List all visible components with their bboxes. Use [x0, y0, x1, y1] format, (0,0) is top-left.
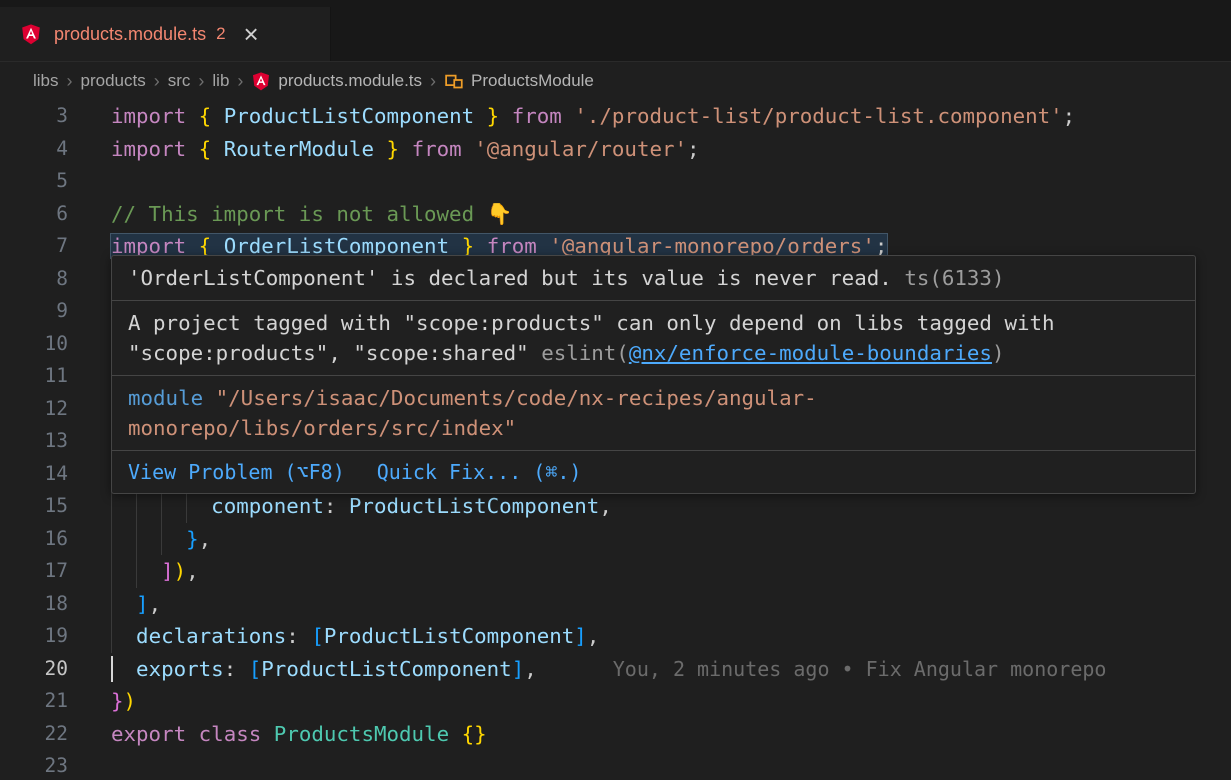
line-number[interactable]: 10: [0, 328, 68, 361]
code-line-3[interactable]: 3 import { ProductListComponent } from '.…: [0, 100, 1231, 133]
indent-guide: [136, 555, 137, 588]
indent-guide: [136, 490, 137, 523]
code-line-16[interactable]: 16 },: [0, 523, 1231, 556]
indent-guide: [161, 490, 162, 523]
line-number[interactable]: 18: [0, 588, 68, 621]
breadcrumb-item-symbol[interactable]: ProductsModule: [444, 71, 594, 91]
chevron-right-icon: ›: [67, 71, 73, 92]
code-line-19[interactable]: 19 declarations: [ProductListComponent],: [0, 620, 1231, 653]
indent-guide: [186, 490, 187, 523]
line-number[interactable]: 13: [0, 425, 68, 458]
code-line-22[interactable]: 22 export class ProductsModule {}: [0, 718, 1231, 751]
ts-message-code: ts(6133): [904, 266, 1004, 290]
breadcrumb-item-libs[interactable]: libs: [33, 71, 59, 91]
ts-message-text: 'OrderListComponent' is declared but its…: [128, 266, 892, 290]
angular-icon: [251, 71, 271, 92]
code-line-5[interactable]: 5: [0, 165, 1231, 198]
code-text: export class ProductsModule {}: [111, 722, 487, 746]
chevron-right-icon: ›: [198, 71, 204, 92]
breadcrumb-item-src[interactable]: src: [168, 71, 191, 91]
code-text: }): [111, 689, 136, 713]
code-text: declarations: [ProductListComponent],: [111, 624, 599, 648]
tab-products-module[interactable]: products.module.ts 2 ×: [0, 7, 331, 61]
code-editor[interactable]: 3 import { ProductListComponent } from '.…: [0, 100, 1231, 780]
code-line-15[interactable]: 15 component: ProductListComponent,: [0, 490, 1231, 523]
code-line-6[interactable]: 6 // This import is not allowed 👇: [0, 198, 1231, 231]
code-text: ]),: [111, 559, 199, 583]
breadcrumb-item-file[interactable]: products.module.ts: [251, 71, 422, 92]
git-blame-annotation: You, 2 minutes ago • Fix Angular monorep…: [613, 657, 1107, 681]
line-number[interactable]: 22: [0, 718, 68, 751]
breadcrumb-item-lib[interactable]: lib: [212, 71, 229, 91]
code-text: import { ProductListComponent } from './…: [111, 104, 1075, 128]
line-number[interactable]: 16: [0, 523, 68, 556]
indent-guide: [111, 490, 112, 523]
vscode-window: products.module.ts 2 × libs › products ›…: [0, 0, 1231, 780]
line-number[interactable]: 5: [0, 165, 68, 198]
breadcrumb: libs › products › src › lib › products.m…: [0, 62, 1231, 100]
hover-ts-message: 'OrderListComponent' is declared but its…: [112, 256, 1195, 300]
code-line-4[interactable]: 4 import { RouterModule } from '@angular/…: [0, 133, 1231, 166]
text-cursor: [111, 656, 113, 683]
indent-guide: [111, 620, 112, 653]
code-text: // This import is not allowed 👇: [111, 202, 513, 226]
line-number[interactable]: 21: [0, 685, 68, 718]
eslint-source-open: eslint(: [541, 341, 629, 365]
indent-guide: [111, 555, 112, 588]
line-number[interactable]: 7: [0, 230, 68, 263]
tab-title: products.module.ts: [54, 24, 206, 45]
hover-status-bar: View Problem (⌥F8) Quick Fix... (⌘.): [112, 450, 1195, 493]
indent-guide: [161, 523, 162, 556]
hover-module-info: module "/Users/isaac/Documents/code/nx-r…: [112, 375, 1195, 450]
quick-fix-action[interactable]: Quick Fix... (⌘.): [377, 459, 582, 485]
breadcrumb-item-products[interactable]: products: [81, 71, 146, 91]
line-number[interactable]: 11: [0, 360, 68, 393]
code-line-18[interactable]: 18 ],: [0, 588, 1231, 621]
line-number[interactable]: 8: [0, 263, 68, 296]
line-number[interactable]: 23: [0, 750, 68, 780]
line-number[interactable]: 14: [0, 458, 68, 491]
hover-eslint-message: A project tagged with "scope:products" c…: [112, 300, 1195, 375]
breadcrumb-symbol-label: ProductsModule: [471, 71, 594, 91]
tab-problem-count: 2: [216, 24, 225, 44]
line-number[interactable]: 4: [0, 133, 68, 166]
line-number[interactable]: 12: [0, 393, 68, 426]
chevron-right-icon: ›: [154, 71, 160, 92]
module-path: "/Users/isaac/Documents/code/nx-recipes/…: [128, 386, 817, 440]
code-text: ],: [111, 592, 161, 616]
view-problem-action[interactable]: View Problem (⌥F8): [128, 459, 345, 485]
line-number[interactable]: 17: [0, 555, 68, 588]
class-symbol-icon: [444, 71, 464, 91]
code-line-20[interactable]: 20 exports: [ProductListComponent], You, …: [0, 653, 1231, 686]
indent-guide: [111, 588, 112, 621]
close-icon[interactable]: ×: [244, 21, 259, 47]
code-line-21[interactable]: 21}): [0, 685, 1231, 718]
module-keyword: module: [128, 386, 203, 410]
code-text: exports: [ProductListComponent],: [111, 657, 537, 681]
line-number[interactable]: 3: [0, 100, 68, 133]
chevron-right-icon: ›: [430, 71, 436, 92]
chevron-right-icon: ›: [237, 71, 243, 92]
line-number[interactable]: 6: [0, 198, 68, 231]
hover-popup: 'OrderListComponent' is declared but its…: [111, 255, 1196, 494]
indent-guide: [136, 523, 137, 556]
indent-guide: [111, 523, 112, 556]
tab-bar: products.module.ts 2 ×: [0, 0, 1231, 62]
breadcrumb-file-label: products.module.ts: [278, 71, 422, 91]
code-line-23[interactable]: 23: [0, 750, 1231, 780]
line-number[interactable]: 19: [0, 620, 68, 653]
code-line-17[interactable]: 17 ]),: [0, 555, 1231, 588]
code-text: import { RouterModule } from '@angular/r…: [111, 137, 700, 161]
line-number[interactable]: 20: [0, 653, 68, 686]
eslint-rule-link[interactable]: @nx/enforce-module-boundaries: [629, 341, 992, 365]
line-number[interactable]: 15: [0, 490, 68, 523]
line-number[interactable]: 9: [0, 295, 68, 328]
angular-icon: [20, 23, 42, 46]
eslint-source-close: ): [992, 341, 1005, 365]
